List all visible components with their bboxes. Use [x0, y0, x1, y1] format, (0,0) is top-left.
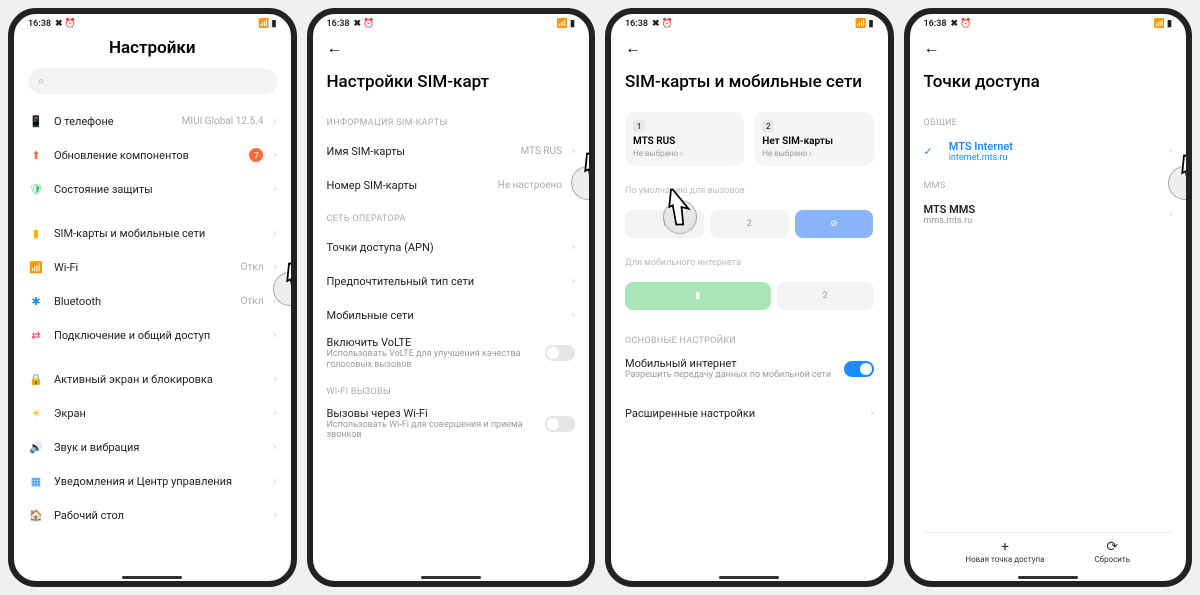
nav-indicator [1018, 576, 1078, 579]
chevron-right-icon: › [870, 408, 873, 419]
nav-indicator [421, 576, 481, 579]
settings-item[interactable]: 🔒Активный экран и блокировка› [28, 362, 277, 396]
chevron-right-icon: › [273, 442, 276, 453]
chevron-right-icon: › [273, 330, 276, 341]
settings-item[interactable]: 🔊Звук и вибрация› [28, 430, 277, 464]
chevron-right-icon: › [273, 408, 276, 419]
back-button[interactable]: ← [625, 34, 874, 62]
advanced-settings-row[interactable]: Расширенные настройки › [625, 396, 874, 430]
data-sim2[interactable]: 2 [777, 282, 874, 310]
back-button[interactable]: ← [924, 34, 1173, 62]
status-bar: 16:38✖ ⏰ 📶 ▮ [611, 14, 888, 34]
page-title: Настройки [28, 38, 277, 58]
mobile-data-row[interactable]: Мобильный интернет Разрешить передачу да… [625, 352, 874, 386]
sim-number-row[interactable]: Номер SIM-карты Не настроено › [327, 168, 576, 202]
chevron-right-icon: › [273, 374, 276, 385]
item-icon: ⬆ [28, 147, 44, 163]
item-icon: 🏠 [28, 507, 44, 523]
settings-item[interactable]: ☀Экран› [28, 396, 277, 430]
status-bar: 16:38✖ ⏰ 📶 ▮ [14, 14, 291, 34]
volte-toggle[interactable] [545, 345, 575, 361]
chevron-right-icon: › [572, 242, 575, 253]
item-icon: ▦ [28, 473, 44, 489]
settings-item[interactable]: ✱BluetoothОткл› [28, 284, 277, 318]
section-label: MMS [924, 181, 1173, 191]
nav-indicator [719, 576, 779, 579]
mobile-data-toggle[interactable] [844, 361, 874, 377]
apn-internet[interactable]: ✓ MTS Internet internet.mts.ru › [924, 134, 1173, 169]
volte-row[interactable]: Включить VoLTE Использовать VoLTE для ул… [327, 332, 576, 375]
item-icon: ▮ [28, 225, 44, 241]
chevron-right-icon: › [1169, 146, 1172, 157]
mobile-networks-row[interactable]: Мобильные сети › [327, 298, 576, 332]
phone-settings: 16:38✖ ⏰ 📶 ▮ Настройки ⌕ 📱О телефонеMIUI… [8, 8, 297, 587]
sim-name-row[interactable]: Имя SIM-карты MTS RUS › [327, 134, 576, 168]
plus-icon: + [965, 539, 1044, 555]
search-input[interactable]: ⌕ [28, 68, 277, 94]
settings-item[interactable]: 🛡Состояние защиты› [28, 172, 277, 206]
item-icon: 📶 [28, 259, 44, 275]
check-icon: ✓ [924, 145, 933, 158]
chevron-right-icon: › [273, 150, 276, 161]
nav-indicator [122, 576, 182, 579]
settings-item[interactable]: 📱О телефонеMIUI Global 12.5.4› [28, 104, 277, 138]
section-label: СЕТЬ ОПЕРАТОРА [327, 214, 576, 224]
sim-card-1[interactable]: 1 MTS RUS Не выбрано › [625, 112, 744, 166]
apn-row[interactable]: Точки доступа (APN) › [327, 230, 576, 264]
calls-default-label: По умолчанию для вызовов [625, 186, 874, 196]
calls-sim2[interactable]: 2 [710, 210, 789, 238]
item-icon: ☀ [28, 405, 44, 421]
network-type-row[interactable]: Предпочтительный тип сети › [327, 264, 576, 298]
chevron-right-icon: › [572, 276, 575, 287]
item-icon: 🛡 [28, 181, 44, 197]
item-icon: 🔒 [28, 371, 44, 387]
chevron-right-icon: › [273, 476, 276, 487]
item-icon: 🔊 [28, 439, 44, 455]
phone-sim-settings: 16:38✖ ⏰ 📶 ▮ ← Настройки SIM-карт ИНФОРМ… [307, 8, 596, 587]
settings-item[interactable]: 🏠Рабочий стол› [28, 498, 277, 532]
section-label: ОБЩИЕ [924, 118, 1173, 128]
status-bar: 16:38✖ ⏰ 📶 ▮ [910, 14, 1187, 34]
item-icon: ⇄ [28, 327, 44, 343]
sim-card-2[interactable]: 2 Нет SIM-карты Не выбрано › [754, 112, 873, 166]
section-label: WI-FI ВЫЗОВЫ [327, 387, 576, 397]
apn-mms[interactable]: MTS MMS mms.mts.ru › [924, 197, 1173, 232]
reset-button[interactable]: ⟳ Сбросить [1094, 539, 1130, 564]
data-sim1[interactable]: ▮ [625, 282, 771, 310]
chevron-right-icon: › [572, 146, 575, 157]
settings-item[interactable]: ⬆Обновление компонентов7› [28, 138, 277, 172]
status-bar: 16:38✖ ⏰ 📶 ▮ [313, 14, 590, 34]
chevron-right-icon: › [1169, 209, 1172, 220]
page-title: Точки доступа [924, 72, 1173, 92]
search-icon: ⌕ [38, 74, 44, 88]
chevron-right-icon: › [273, 510, 276, 521]
back-button[interactable]: ← [327, 34, 576, 62]
settings-item[interactable]: ▮SIM-карты и мобильные сети› [28, 216, 277, 250]
wifi-calling-row[interactable]: Вызовы через Wi-Fi Использовать Wi-Fi дл… [327, 403, 576, 446]
chevron-right-icon: › [572, 310, 575, 321]
phone-apn: 16:38✖ ⏰ 📶 ▮ ← Точки доступа ОБЩИЕ ✓ MTS… [904, 8, 1193, 587]
page-title: Настройки SIM-карт [327, 72, 576, 92]
phone-sim-cards: 16:38✖ ⏰ 📶 ▮ ← SIM-карты и мобильные сет… [605, 8, 894, 587]
new-apn-button[interactable]: + Новая точка доступа [965, 539, 1044, 564]
data-default-label: Для мобильного интернета [625, 258, 874, 268]
settings-item[interactable]: ▦Уведомления и Центр управления› [28, 464, 277, 498]
chevron-right-icon: › [273, 262, 276, 273]
chevron-right-icon: › [273, 228, 276, 239]
wifi-calling-toggle[interactable] [545, 416, 575, 432]
reset-icon: ⟳ [1094, 539, 1130, 555]
page-title: SIM-карты и мобильные сети [625, 72, 874, 92]
item-icon: 📱 [28, 113, 44, 129]
section-label: ОСНОВНЫЕ НАСТРОЙКИ [625, 336, 874, 346]
section-label: ИНФОРМАЦИЯ SIM-КАРТЫ [327, 118, 576, 128]
settings-item[interactable]: 📶Wi-FiОткл› [28, 250, 277, 284]
chevron-right-icon: › [273, 116, 276, 127]
calls-ask[interactable]: ⊘ [795, 210, 874, 238]
settings-item[interactable]: ⇄Подключение и общий доступ› [28, 318, 277, 352]
item-icon: ✱ [28, 293, 44, 309]
chevron-right-icon: › [273, 184, 276, 195]
badge: 7 [249, 148, 263, 162]
